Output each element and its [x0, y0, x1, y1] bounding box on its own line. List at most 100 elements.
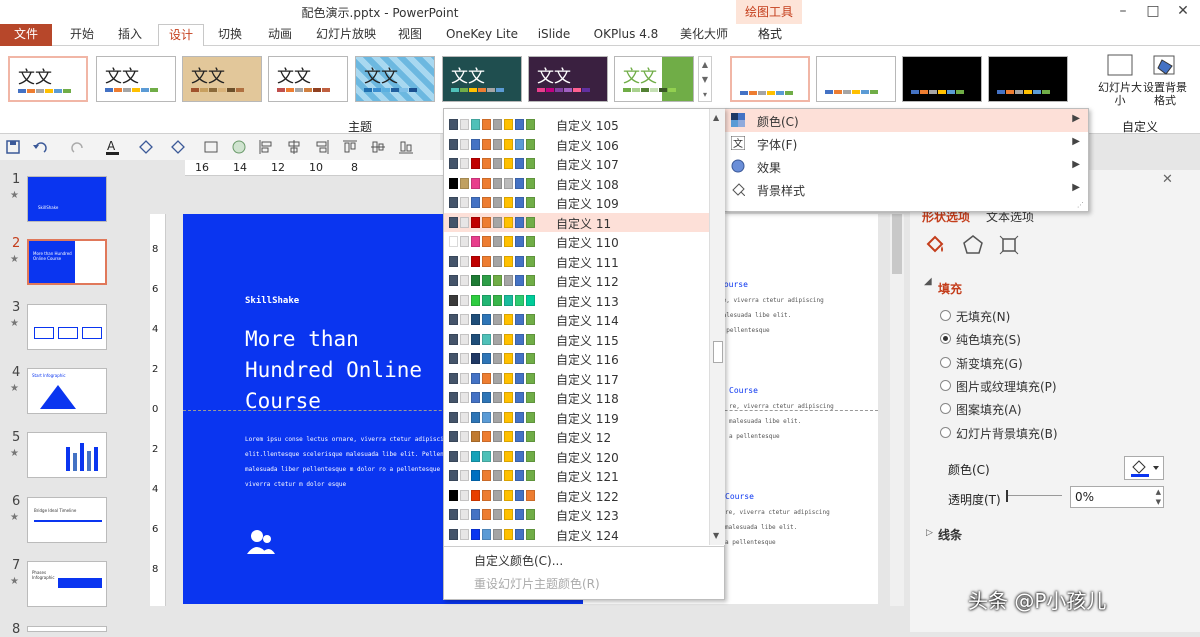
slide-size-button[interactable]: 幻灯片大小 — [1098, 52, 1142, 114]
fill-collapse-icon[interactable]: ◢ — [924, 276, 932, 287]
color-scheme-item[interactable]: 自定义 105 — [444, 115, 709, 135]
fill-color-picker[interactable] — [1124, 456, 1164, 480]
variant-thumb-1[interactable] — [730, 56, 810, 102]
color-scheme-item[interactable]: 自定义 12 — [444, 427, 709, 447]
restore-button[interactable]: □ — [1138, 0, 1168, 24]
font-color-icon[interactable]: A — [104, 138, 122, 156]
ellipse-icon[interactable] — [232, 140, 246, 154]
theme-gallery-scroll[interactable]: ▲ ▼ ▾ — [698, 56, 712, 102]
slide-scrollbar[interactable] — [890, 214, 904, 606]
size-properties-icon[interactable] — [998, 234, 1020, 256]
custom-colors-item[interactable]: 自定义颜色(C)... — [474, 552, 563, 569]
color-scheme-item[interactable]: 自定义 107 — [444, 154, 709, 174]
dropdown-scroll-thumb[interactable] — [713, 341, 723, 363]
color-scheme-item[interactable]: 自定义 106 — [444, 135, 709, 155]
tab-home[interactable]: 开始 — [60, 24, 104, 46]
menu-item-effects[interactable]: 效果 ▶ — [725, 155, 1088, 178]
theme-thumb-8[interactable]: 文文 — [614, 56, 694, 102]
undo-icon[interactable] — [32, 140, 50, 154]
align-left-icon[interactable] — [258, 139, 274, 155]
pane-close-icon[interactable]: ✕ — [1162, 172, 1173, 187]
menu-item-background-styles[interactable]: 背景样式 ▶ — [725, 178, 1088, 201]
radio-solid-fill[interactable] — [940, 333, 951, 344]
color-scheme-item[interactable]: 自定义 118 — [444, 388, 709, 408]
color-scheme-item[interactable]: 自定义 109 — [444, 193, 709, 213]
shape-outline-icon[interactable] — [168, 139, 188, 155]
save-icon[interactable] — [6, 140, 20, 154]
dropdown-scrollbar[interactable]: ▲ ▼ — [709, 109, 725, 545]
menu-item-fonts[interactable]: 文 字体(F) ▶ — [725, 132, 1088, 155]
color-scheme-item[interactable]: 自定义 124 — [444, 525, 709, 545]
align-middle-icon[interactable] — [370, 139, 386, 155]
color-scheme-item[interactable]: 自定义 122 — [444, 486, 709, 506]
tab-design[interactable]: 设计 — [158, 24, 204, 47]
color-scheme-item[interactable]: 自定义 112 — [444, 271, 709, 291]
radio-slide-bg-fill[interactable] — [940, 427, 951, 438]
gallery-up-arrow[interactable]: ▲ — [699, 57, 711, 72]
align-top-icon[interactable] — [342, 139, 358, 155]
radio-no-fill[interactable] — [940, 310, 951, 321]
color-scheme-item[interactable]: 自定义 115 — [444, 330, 709, 350]
slide-thumbnail-8[interactable] — [27, 626, 107, 632]
format-background-button[interactable]: 设置背景格式 — [1140, 52, 1190, 114]
slide-thumbnail-4[interactable]: Start Infographic — [27, 368, 107, 414]
theme-thumb-3[interactable]: 文文 — [182, 56, 262, 102]
close-button[interactable]: ✕ — [1168, 0, 1198, 24]
color-scheme-item[interactable]: 自定义 111 — [444, 252, 709, 272]
color-scheme-item[interactable]: 自定义 121 — [444, 466, 709, 486]
transparency-input[interactable]: 0% ▲ ▼ — [1070, 486, 1164, 508]
scroll-down-arrow[interactable]: ▼ — [713, 531, 719, 540]
slide-thumbnail-7[interactable]: Phases Infographic — [27, 561, 107, 607]
minimize-button[interactable]: – — [1108, 0, 1138, 24]
color-scheme-item[interactable]: 自定义 123 — [444, 505, 709, 525]
variant-thumb-3[interactable] — [902, 56, 982, 102]
fill-section-title[interactable]: 填充 — [938, 280, 962, 297]
shape-fill-icon[interactable] — [136, 139, 156, 155]
theme-thumb-2[interactable]: 文文 — [96, 56, 176, 102]
tab-file[interactable]: 文件 — [0, 24, 52, 46]
tab-islide[interactable]: iSlide — [532, 24, 576, 46]
slide-thumbnail-5[interactable] — [27, 432, 107, 478]
radio-pattern-fill[interactable] — [940, 403, 951, 414]
textbox-icon[interactable] — [204, 140, 218, 154]
align-bottom-icon[interactable] — [398, 139, 414, 155]
tab-slideshow[interactable]: 幻灯片放映 — [308, 24, 384, 46]
slide-thumbnail-3[interactable] — [27, 304, 107, 350]
theme-thumb-5[interactable]: 文文 — [355, 56, 435, 102]
tab-animations[interactable]: 动画 — [258, 24, 302, 46]
reset-colors-item[interactable]: 重设幻灯片主题颜色(R) — [474, 575, 600, 592]
gallery-down-arrow[interactable]: ▼ — [699, 72, 711, 87]
color-scheme-item[interactable]: 自定义 119 — [444, 408, 709, 428]
color-scheme-item[interactable]: 自定义 116 — [444, 349, 709, 369]
redo-icon[interactable] — [68, 140, 86, 154]
align-center-icon[interactable] — [286, 139, 302, 155]
line-section-title[interactable]: 线条 — [938, 526, 962, 543]
tab-meihua[interactable]: 美化大师 — [672, 24, 736, 46]
color-scheme-item[interactable]: 自定义 114 — [444, 310, 709, 330]
effects-pentagon-icon[interactable] — [962, 234, 984, 256]
color-scheme-item[interactable]: 自定义 110 — [444, 232, 709, 252]
resize-grip-icon[interactable]: ⋰ — [1077, 201, 1084, 209]
color-scheme-item[interactable]: 自定义 113 — [444, 291, 709, 311]
radio-gradient-fill[interactable] — [940, 357, 951, 368]
spin-arrows-icon[interactable]: ▲ ▼ — [1156, 487, 1161, 507]
slide-thumbnail-1[interactable]: SkillShake — [27, 176, 107, 222]
gallery-more-arrow[interactable]: ▾ — [699, 87, 711, 102]
align-right-icon[interactable] — [314, 139, 330, 155]
fill-line-icon[interactable] — [924, 234, 946, 256]
slide-scroll-thumb[interactable] — [892, 214, 902, 274]
tab-insert[interactable]: 插入 — [108, 24, 152, 46]
theme-thumb-6[interactable]: 文文 — [442, 56, 522, 102]
tab-onekey-lite[interactable]: OneKey Lite — [440, 24, 524, 46]
tab-transitions[interactable]: 切换 — [208, 24, 252, 46]
transparency-slider[interactable] — [1006, 488, 1062, 504]
scroll-up-arrow[interactable]: ▲ — [713, 113, 719, 122]
slide-thumbnail-6[interactable]: Bridge Ideal Timeline — [27, 497, 107, 543]
variant-thumb-2[interactable] — [816, 56, 896, 102]
radio-picture-fill[interactable] — [940, 380, 951, 391]
color-scheme-item[interactable]: 自定义 108 — [444, 174, 709, 194]
tab-format[interactable]: 格式 — [742, 24, 798, 46]
tab-view[interactable]: 视图 — [390, 24, 430, 46]
line-expand-icon[interactable]: ▷ — [926, 528, 933, 538]
color-scheme-item[interactable]: 自定义 11 — [444, 212, 709, 232]
